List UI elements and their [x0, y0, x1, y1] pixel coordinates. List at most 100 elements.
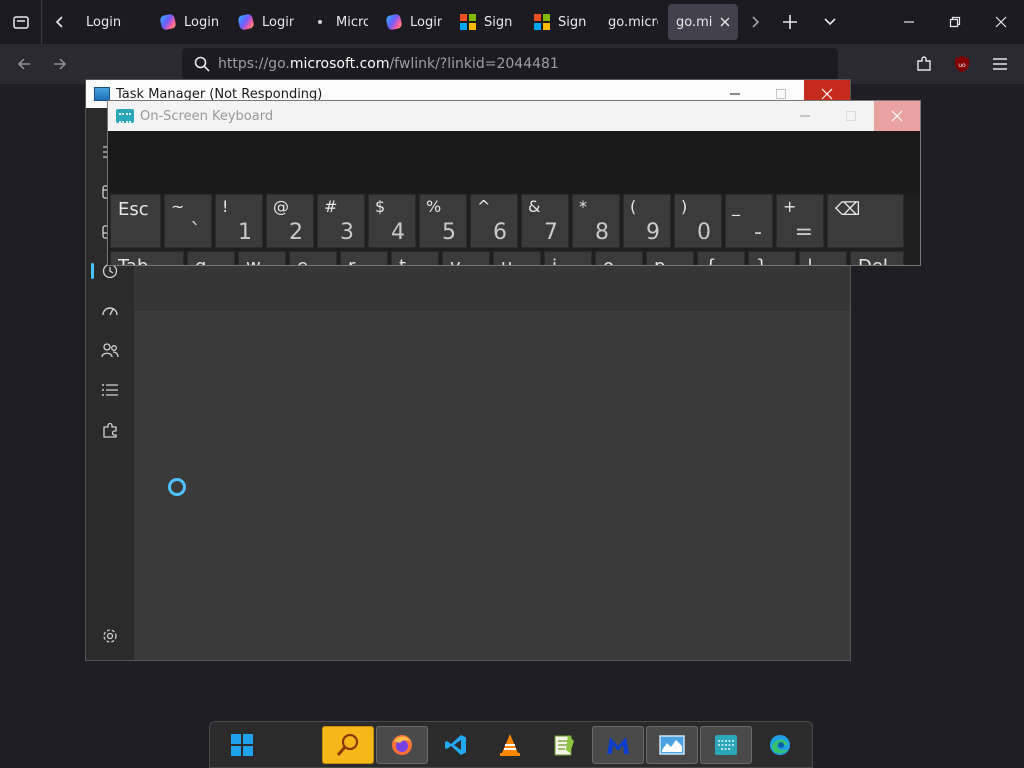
close-tab-icon[interactable] — [720, 17, 730, 27]
osk-display-area — [108, 131, 920, 193]
key-shift-label: ! — [222, 197, 229, 216]
browser-tab[interactable]: Login — [78, 4, 150, 40]
tab-label: Login — [184, 14, 220, 30]
taskbar-on-screen-keyboard[interactable] — [700, 726, 752, 764]
taskbar-firefox[interactable] — [376, 726, 428, 764]
key-label: ⌫ — [835, 199, 861, 220]
osk-key[interactable]: o — [595, 251, 643, 265]
browser-tab[interactable]: Login — [152, 4, 228, 40]
osk-key[interactable]: e — [289, 251, 337, 265]
key-label: o — [603, 256, 614, 265]
taskbar-vlc[interactable] — [484, 726, 536, 764]
osk-minimize-button[interactable] — [782, 101, 828, 131]
osk-key[interactable]: % 5 — [419, 194, 467, 248]
microsoft-icon — [534, 14, 550, 30]
minimize-button[interactable] — [886, 0, 932, 44]
osk-key[interactable]: Tab — [110, 251, 184, 265]
osk-key[interactable]: t — [391, 251, 439, 265]
key-shift-label: @ — [273, 197, 289, 216]
tab-scroll-right-button[interactable] — [740, 0, 770, 44]
new-tab-button[interactable] — [770, 0, 810, 44]
osk-key[interactable]: u — [493, 251, 541, 265]
navigation-bar: https://go.microsoft.com/fwlink/?linkid=… — [0, 44, 1024, 84]
osk-key[interactable]: w — [238, 251, 286, 265]
nav-users[interactable] — [98, 338, 122, 362]
nav-services[interactable] — [98, 418, 122, 442]
osk-key[interactable]: { — [697, 251, 745, 265]
osk-close-button[interactable] — [874, 101, 920, 131]
taskbar-edge[interactable] — [754, 726, 806, 764]
forward-button[interactable] — [42, 46, 78, 82]
arrow-left-icon — [17, 58, 30, 70]
nav-startup-apps[interactable] — [98, 299, 122, 323]
key-label: - — [754, 220, 762, 245]
osk-key[interactable]: | — [799, 251, 847, 265]
hamburger-menu-icon — [993, 58, 1007, 70]
nav-settings[interactable] — [98, 624, 122, 648]
taskbar-malwarebytes[interactable] — [592, 726, 644, 764]
osk-key[interactable]: y — [442, 251, 490, 265]
osk-key[interactable]: Esc — [110, 194, 161, 248]
key-label: y — [450, 256, 461, 265]
osk-key[interactable]: _ - — [725, 194, 773, 248]
start-button[interactable] — [216, 726, 268, 764]
browser-tab[interactable]: Login — [230, 4, 302, 40]
osk-title-bar[interactable]: On-Screen Keyboard — [108, 101, 920, 131]
browser-tab[interactable]: go.micr — [668, 4, 738, 40]
key-label: 0 — [697, 220, 711, 245]
osk-key[interactable]: ) 0 — [674, 194, 722, 248]
key-shift-label: & — [528, 197, 541, 216]
address-bar[interactable]: https://go.microsoft.com/fwlink/?linkid=… — [182, 48, 838, 80]
browser-tab[interactable]: Sign ir — [452, 4, 524, 40]
osk-key[interactable]: (9 — [623, 194, 671, 248]
osk-key[interactable]: ~ ` — [164, 194, 212, 248]
taskbar-notepadpp[interactable] — [538, 726, 590, 764]
key-label: e — [297, 256, 308, 265]
taskbar-vscode[interactable] — [430, 726, 482, 764]
osk-key[interactable]: Del — [850, 251, 904, 265]
browser-tab[interactable]: Micros — [304, 4, 376, 40]
osk-key[interactable]: ⌫ — [827, 194, 904, 248]
task-manager-content — [134, 266, 850, 660]
osk-key[interactable]: + = — [776, 194, 824, 248]
list-all-tabs-button[interactable] — [0, 0, 42, 44]
osk-key[interactable]: & 7 — [521, 194, 569, 248]
key-shift-label: ( — [630, 197, 637, 216]
browser-tab[interactable]: Sign ir — [526, 4, 598, 40]
osk-key[interactable]: @2 — [266, 194, 314, 248]
osk-key[interactable]: p — [646, 251, 694, 265]
osk-key[interactable]: #3 — [317, 194, 365, 248]
nav-details[interactable] — [98, 378, 122, 402]
osk-key[interactable]: ^ 6 — [470, 194, 518, 248]
key-shift-label: $ — [375, 197, 386, 216]
taskbar — [209, 721, 813, 768]
osk-key[interactable]: i — [544, 251, 592, 265]
url-text: https://go.microsoft.com/fwlink/?linkid=… — [218, 56, 559, 72]
key-shift-label: _ — [732, 197, 740, 216]
close-window-button[interactable] — [978, 0, 1024, 44]
osk-key[interactable]: r — [340, 251, 388, 265]
back-button[interactable] — [6, 46, 42, 82]
browser-tab[interactable]: go.microsi — [600, 4, 666, 40]
key-label: u — [501, 256, 512, 265]
browser-tab[interactable]: Login — [378, 4, 450, 40]
key-label: p — [654, 256, 665, 265]
osk-key[interactable]: ! 1 — [215, 194, 263, 248]
osk-key[interactable]: $4 — [368, 194, 416, 248]
key-label: ` — [190, 220, 201, 245]
restore-button[interactable] — [932, 0, 978, 44]
app-menu-button[interactable] — [982, 46, 1018, 82]
ublock-origin-button[interactable]: uo — [944, 46, 980, 82]
url-suffix: /fwlink/?linkid=2044481 — [389, 56, 559, 72]
extensions-button[interactable] — [906, 46, 942, 82]
tab-label: Login — [86, 14, 122, 30]
osk-maximize-button[interactable] — [828, 101, 874, 131]
osk-key[interactable]: } — [748, 251, 796, 265]
taskbar-search-app[interactable] — [322, 726, 374, 764]
taskbar-task-manager[interactable] — [646, 726, 698, 764]
key-label: w — [246, 256, 261, 265]
tab-scroll-left-button[interactable] — [42, 0, 78, 44]
osk-key[interactable]: * 8 — [572, 194, 620, 248]
tab-overflow-button[interactable] — [810, 0, 850, 44]
osk-key[interactable]: q — [187, 251, 235, 265]
